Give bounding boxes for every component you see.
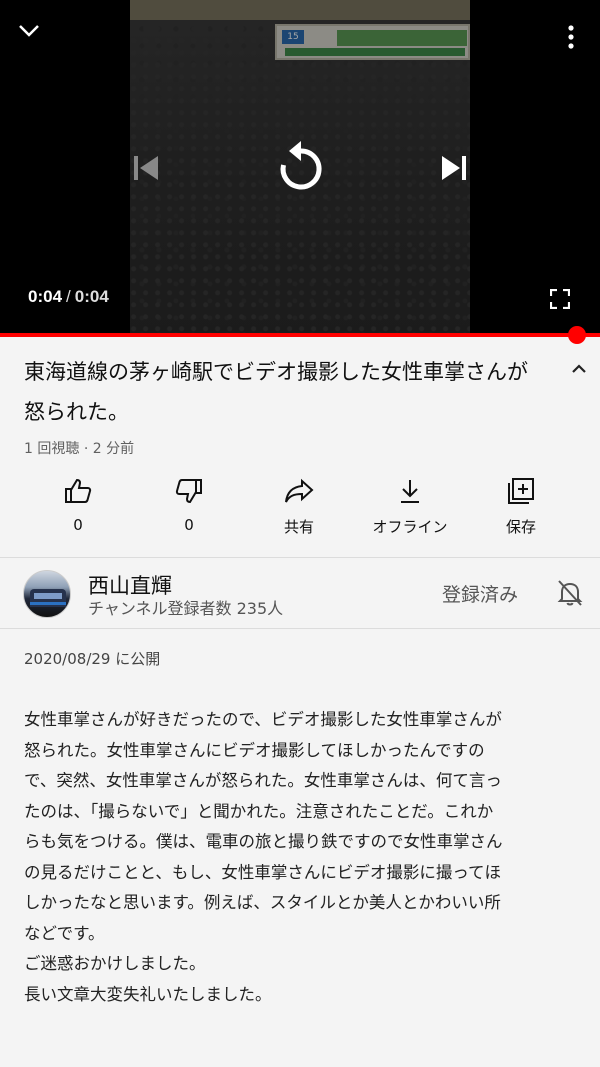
- avatar-train-stripe: [30, 602, 66, 605]
- bell-off-icon[interactable]: [555, 578, 585, 608]
- progress-bar[interactable]: [0, 326, 600, 344]
- time-display: 0:04/0:04: [28, 287, 109, 307]
- progress-fill: [0, 333, 600, 337]
- fullscreen-icon[interactable]: [545, 284, 575, 314]
- like-button[interactable]: 0: [23, 476, 133, 534]
- description-line: で、突然、女性車掌さんが怒られた。女性車掌さんは、何て言っ: [24, 771, 502, 790]
- video-meta: 1 回視聴 · 2 分前: [24, 438, 134, 458]
- subscribed-button[interactable]: 登録済み: [442, 580, 518, 607]
- avatar[interactable]: [23, 570, 71, 618]
- share-label: 共有: [283, 518, 314, 536]
- offline-label: オフライン: [372, 518, 448, 536]
- action-bar: 0 0 共有 オフライン 保存: [0, 476, 600, 546]
- chevron-up-icon[interactable]: [566, 356, 592, 382]
- subscriber-count: チャンネル登録者数 235人: [88, 599, 284, 618]
- divider-top: [0, 557, 600, 558]
- share-button[interactable]: 共有: [244, 476, 354, 537]
- meta-dot: ·: [83, 441, 89, 457]
- replay-icon[interactable]: [270, 136, 332, 198]
- description-line: などです。: [24, 923, 105, 943]
- thumbs-down-icon: [174, 476, 204, 506]
- description-line: ご迷惑おかけしました。: [24, 954, 206, 973]
- more-vert-icon[interactable]: [556, 22, 586, 52]
- chevron-down-icon[interactable]: [14, 16, 44, 46]
- skip-next-icon[interactable]: [436, 150, 472, 186]
- dislike-count: 0: [184, 516, 194, 534]
- time-separator: /: [66, 287, 71, 306]
- description-line: の見るだけことと、もし、女性車掌さんにビデオ撮影に撮ってほ: [24, 862, 502, 882]
- avatar-train-window: [34, 593, 62, 599]
- download-icon: [395, 476, 425, 506]
- upload-age: 2 分前: [92, 441, 135, 457]
- offline-button[interactable]: オフライン: [355, 476, 465, 537]
- description-line: 女性車掌さんが好きだったので、ビデオ撮影した女性車掌さんが: [24, 710, 502, 729]
- divider-middle: [0, 628, 600, 629]
- description-line: たのは、「撮らないで」と聞かれた。注意されたことだ。これか: [24, 801, 494, 821]
- view-count: 1 回視聴: [24, 441, 80, 457]
- progress-scrubber[interactable]: [568, 326, 586, 344]
- save-label: 保存: [505, 518, 536, 536]
- video-player[interactable]: 15 0:04/0:04: [0, 0, 600, 335]
- video-description: 女性車掌さんが好きだったので、ビデオ撮影した女性車掌さんが 怒られた。女性車掌さ…: [24, 705, 576, 1010]
- like-count: 0: [73, 516, 83, 534]
- publish-date: 2020/08/29 に公開: [24, 650, 161, 668]
- thumbs-up-icon: [63, 476, 93, 506]
- description-line: 長い文章大変失礼いたしました。: [24, 984, 272, 1004]
- dislike-button[interactable]: 0: [134, 476, 244, 534]
- skip-previous-icon[interactable]: [128, 150, 164, 186]
- add-to-playlist-icon: [506, 476, 536, 506]
- current-time: 0:04: [28, 287, 63, 306]
- description-line: しかったなと思います。例えば、スタイルとか美人とかわいい所: [24, 893, 501, 912]
- total-time: 0:04: [74, 287, 109, 306]
- video-title[interactable]: 東海道線の茅ヶ崎駅でビデオ撮影した女性車掌さんが怒られた。: [24, 352, 544, 432]
- save-button[interactable]: 保存: [466, 476, 576, 537]
- description-line: 怒られた。女性車掌さんにビデオ撮影してほしかったんですの: [24, 740, 485, 760]
- share-icon: [284, 476, 314, 506]
- description-line: らも気をつける。僕は、電車の旅と撮り鉄ですので女性車掌さん: [24, 832, 503, 851]
